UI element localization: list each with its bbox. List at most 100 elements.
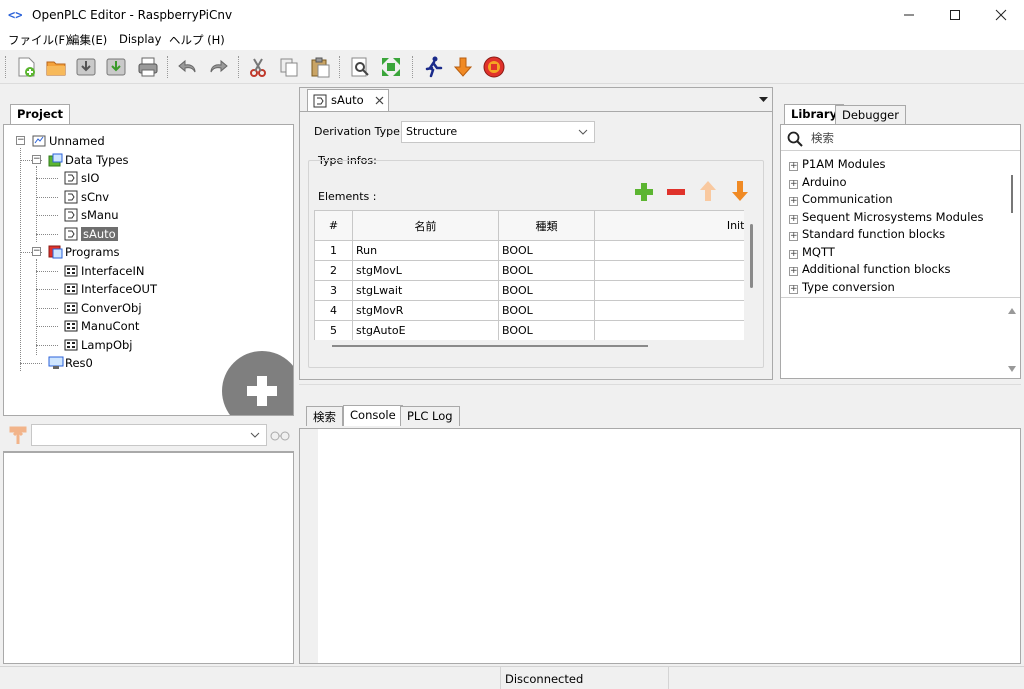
expand-icon[interactable]: +	[789, 179, 798, 189]
maximize-button[interactable]	[932, 0, 978, 30]
tree-item[interactable]: Data Types	[48, 151, 129, 169]
fullscreen-button[interactable]	[377, 53, 405, 81]
move-down-icon[interactable]	[730, 180, 750, 202]
save-as-button[interactable]	[102, 53, 130, 81]
tree-item[interactable]: LampObj	[64, 336, 133, 354]
element-type-cell[interactable]: BOOL	[498, 260, 595, 281]
menu-help[interactable]: ヘルプ (H)	[169, 32, 225, 48]
library-item[interactable]: + MQTT	[789, 244, 835, 262]
column-header[interactable]: 種類	[498, 210, 595, 241]
element-initial-value-cell[interactable]	[594, 260, 744, 281]
tab-project[interactable]: Project	[10, 104, 71, 125]
tree-item[interactable]: sIO	[64, 169, 99, 187]
tree-item[interactable]: sManu	[64, 206, 119, 224]
expand-icon[interactable]: +	[789, 232, 798, 241]
stop-button[interactable]	[480, 53, 508, 81]
library-item[interactable]: + Additional function blocks	[789, 261, 951, 279]
table-row[interactable]: 1 Run BOOL	[314, 240, 744, 261]
save-button[interactable]	[72, 53, 100, 81]
download-button[interactable]	[449, 53, 477, 81]
tree-item[interactable]: Res0	[48, 354, 93, 372]
element-initial-value-cell[interactable]	[594, 280, 744, 301]
element-initial-value-cell[interactable]	[594, 320, 744, 340]
tree-item[interactable]: InterfaceIN	[64, 262, 144, 280]
collapse-toggle[interactable]: −	[16, 136, 25, 145]
filter-select[interactable]	[31, 424, 267, 446]
element-initial-value-cell[interactable]	[594, 300, 744, 321]
open-button[interactable]	[42, 53, 70, 81]
minimize-button[interactable]	[886, 0, 932, 30]
menu-edit[interactable]: 編集(E)	[68, 32, 107, 48]
grid-vertical-scrollbar[interactable]	[750, 224, 753, 288]
library-item[interactable]: + Sequent Microsystems Modules	[789, 209, 983, 227]
element-name-cell[interactable]: Run	[352, 240, 499, 261]
expand-icon[interactable]: +	[789, 162, 798, 171]
grid-horizontal-scrollbar[interactable]	[332, 345, 648, 347]
new-button[interactable]	[12, 53, 40, 81]
table-row[interactable]: 5 stgAutoE BOOL	[314, 320, 744, 340]
tree-item[interactable]: Programs	[48, 243, 120, 261]
column-header[interactable]: Initial Value	[594, 210, 744, 241]
tree-item[interactable]: ManuCont	[64, 317, 139, 335]
add-row-icon[interactable]	[634, 182, 654, 202]
element-name-cell[interactable]: stgLwait	[352, 280, 499, 301]
element-type-cell[interactable]: BOOL	[498, 300, 595, 321]
find-button[interactable]	[346, 53, 374, 81]
redo-button[interactable]	[204, 53, 232, 81]
tab-list-dropdown-icon[interactable]	[759, 97, 768, 103]
collapse-toggle[interactable]: −	[32, 154, 41, 164]
expand-icon[interactable]: +	[789, 284, 798, 294]
expand-icon[interactable]: +	[789, 249, 798, 259]
element-name-cell[interactable]: stgMovL	[352, 260, 499, 281]
move-up-icon[interactable]	[698, 180, 718, 202]
library-item[interactable]: + P1AM Modules	[789, 156, 886, 174]
tab-debugger[interactable]: Debugger	[835, 105, 906, 125]
library-item[interactable]: + Type conversion	[789, 279, 895, 297]
remove-row-icon[interactable]	[666, 182, 686, 202]
table-row[interactable]: 4 stgMovR BOOL	[314, 300, 744, 321]
library-item[interactable]: + Communication	[789, 191, 893, 209]
library-item[interactable]: + Standard function blocks	[789, 226, 945, 244]
expand-icon[interactable]: +	[789, 197, 798, 206]
column-header[interactable]: #	[314, 210, 353, 241]
tab-search[interactable]: 検索	[306, 406, 343, 426]
copy-button[interactable]	[275, 53, 303, 81]
library-scrollbar-thumb[interactable]	[1011, 175, 1013, 213]
paste-button[interactable]	[306, 53, 334, 81]
tree-item[interactable]: InterfaceOUT	[64, 280, 157, 298]
element-name-cell[interactable]: stgAutoE	[352, 320, 499, 340]
tab-plc-log[interactable]: PLC Log	[400, 406, 460, 426]
element-type-cell[interactable]: BOOL	[498, 280, 595, 301]
expand-icon[interactable]: +	[789, 214, 798, 224]
tree-item[interactable]: ConverObj	[64, 299, 142, 317]
element-type-cell[interactable]: BOOL	[498, 320, 595, 340]
add-element-button[interactable]	[222, 351, 293, 415]
cut-button[interactable]	[244, 53, 272, 81]
expand-icon[interactable]: +	[789, 267, 798, 276]
library-search[interactable]: 検索	[781, 125, 1020, 151]
tab-console[interactable]: Console	[343, 405, 403, 426]
collapse-toggle[interactable]: −	[32, 247, 41, 256]
table-row[interactable]: 3 stgLwait BOOL	[314, 280, 744, 301]
table-row[interactable]: 2 stgMovL BOOL	[314, 260, 744, 281]
element-type-cell[interactable]: BOOL	[498, 240, 595, 261]
derivation-type-select[interactable]: Structure	[401, 121, 595, 143]
tree-item[interactable]: Unnamed	[32, 132, 105, 150]
tree-item[interactable]: sCnv	[64, 188, 109, 206]
undo-button[interactable]	[174, 53, 202, 81]
element-initial-value-cell[interactable]	[594, 240, 744, 261]
menu-file[interactable]: ファイル(F)	[8, 32, 70, 48]
run-button[interactable]	[419, 53, 447, 81]
scroll-up-icon[interactable]	[1008, 308, 1016, 314]
tab-sauto[interactable]: sAuto	[307, 89, 389, 111]
tree-item[interactable]: sAuto	[64, 225, 118, 243]
element-name-cell[interactable]: stgMovR	[352, 300, 499, 321]
close-icon[interactable]	[375, 96, 384, 105]
column-header[interactable]: 名前	[352, 210, 499, 241]
glasses-icon[interactable]	[269, 430, 291, 442]
menu-display[interactable]: Display	[119, 32, 161, 46]
library-item[interactable]: + Arduino	[789, 174, 847, 192]
scroll-down-icon[interactable]	[1008, 366, 1016, 372]
print-button[interactable]	[134, 53, 162, 81]
close-button[interactable]	[978, 0, 1024, 30]
